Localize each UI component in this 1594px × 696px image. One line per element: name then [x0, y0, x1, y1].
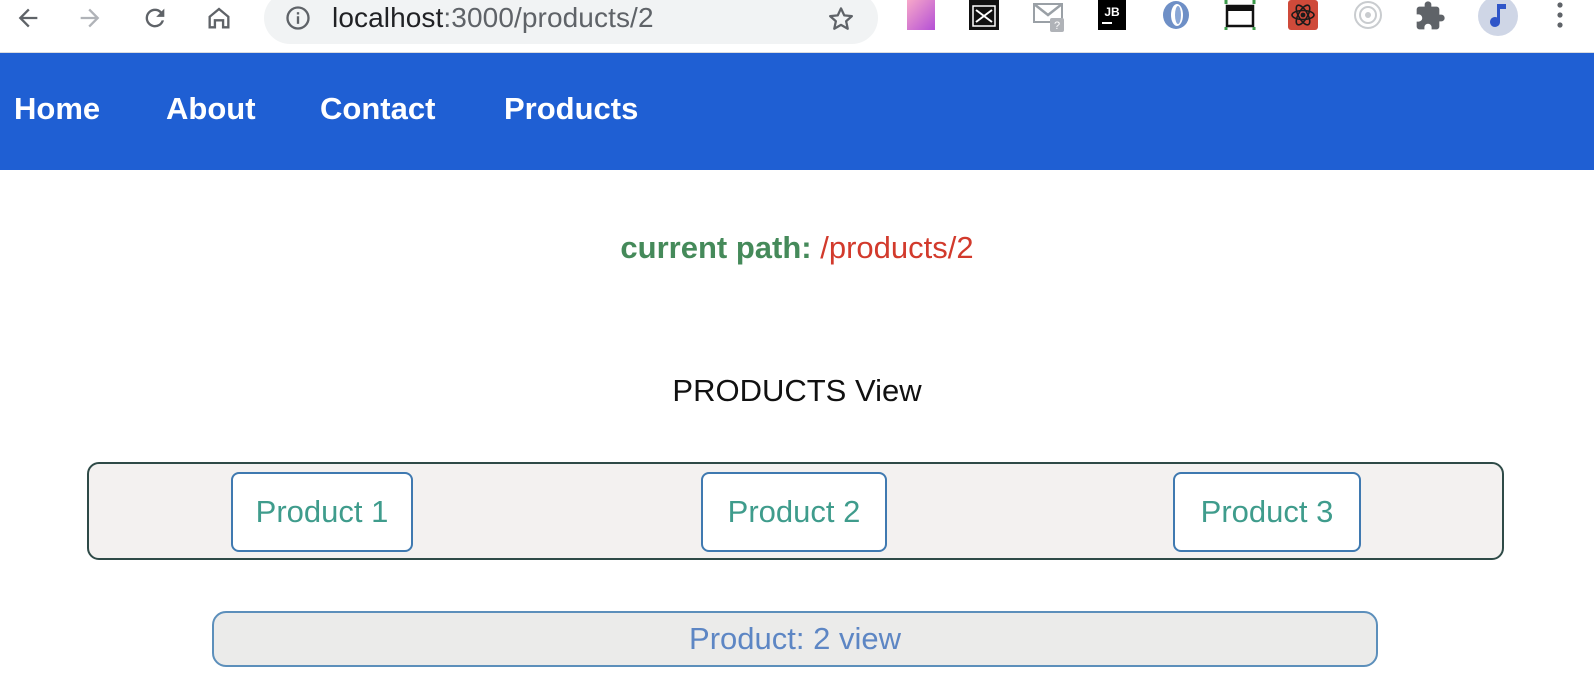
nav-link-home[interactable]: Home — [14, 91, 100, 127]
forward-button[interactable] — [72, 0, 108, 36]
arrow-right-icon — [80, 8, 100, 28]
product-1-link[interactable]: Product 1 — [231, 472, 413, 552]
gmail-checker-icon[interactable]: ? — [1032, 0, 1064, 32]
arrow-left-icon — [18, 8, 38, 28]
home-button[interactable] — [201, 0, 237, 36]
current-path-line: current path: /products/2 — [0, 230, 1594, 266]
react-devtools-icon[interactable] — [1287, 0, 1319, 32]
nav-link-products[interactable]: Products — [504, 91, 638, 127]
url-host: localhost — [332, 2, 444, 33]
color-palette-icon[interactable] — [905, 0, 937, 32]
reload-button[interactable] — [137, 0, 173, 36]
browser-toolbar: localhost:3000/products/2 ? JB — [0, 0, 1594, 53]
nav-link-about[interactable]: About — [166, 91, 256, 127]
puzzle-extensions-icon[interactable] — [1414, 0, 1446, 32]
back-button[interactable] — [10, 0, 46, 36]
current-path-label: current path: — [620, 230, 812, 265]
app-nav-bar: Home About Contact Products — [0, 53, 1594, 170]
url-path: :3000/products/2 — [443, 2, 654, 33]
music-avatar-icon[interactable] — [1476, 0, 1520, 40]
window-resizer-icon[interactable] — [968, 0, 1000, 32]
more-menu-icon[interactable] — [1544, 0, 1576, 32]
bookmark-star-icon[interactable] — [826, 4, 856, 34]
screen-capture-icon[interactable] — [1224, 0, 1256, 32]
target-icon[interactable] — [1352, 0, 1384, 32]
nav-link-contact[interactable]: Contact — [320, 91, 435, 127]
product-3-link[interactable]: Product 3 — [1173, 472, 1361, 552]
home-icon — [208, 7, 230, 29]
info-icon[interactable] — [284, 4, 312, 32]
svg-text:JB: JB — [1104, 5, 1120, 19]
reload-icon — [145, 8, 165, 28]
address-bar[interactable]: localhost:3000/products/2 — [264, 0, 878, 44]
product-detail-view: Product: 2 view — [212, 611, 1378, 667]
view-title: PRODUCTS View — [672, 373, 922, 408]
url-text[interactable]: localhost:3000/products/2 — [332, 2, 654, 34]
current-path-value: /products/2 — [820, 230, 974, 265]
product-2-link[interactable]: Product 2 — [701, 472, 887, 552]
svg-text:?: ? — [1054, 20, 1060, 32]
wave-extension-icon[interactable] — [1160, 0, 1192, 32]
products-list: Product 1 Product 2 Product 3 — [87, 462, 1504, 560]
jetbrains-icon[interactable]: JB — [1096, 0, 1128, 32]
